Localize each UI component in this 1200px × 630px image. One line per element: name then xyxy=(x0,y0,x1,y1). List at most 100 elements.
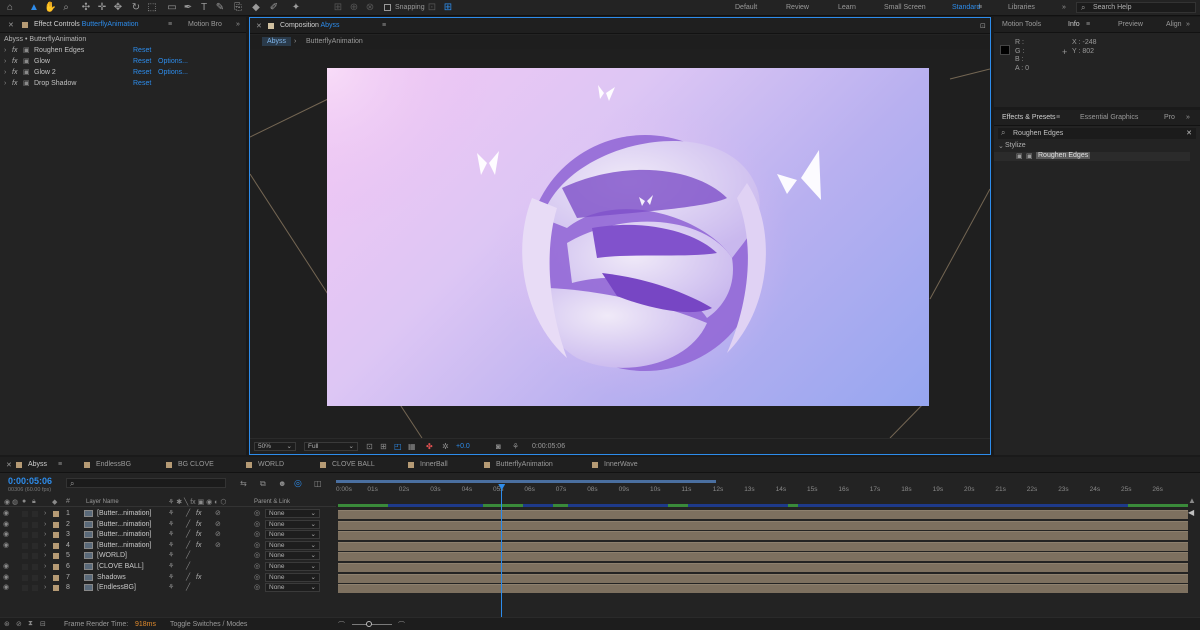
snapshot-icon[interactable]: ◙ xyxy=(496,442,501,451)
pickwhip-icon[interactable]: ◎ xyxy=(254,573,260,583)
pan-tool-icon[interactable]: ✛ xyxy=(96,2,108,14)
pickwhip-icon[interactable]: ◎ xyxy=(254,583,260,593)
home-icon[interactable]: ⌂ xyxy=(4,2,16,14)
tab-info[interactable]: Info xyxy=(1068,21,1080,28)
search-help-field[interactable]: ⌕ Search Help xyxy=(1076,2,1196,13)
work-area-range[interactable] xyxy=(336,480,716,483)
pickwhip-icon[interactable]: ◎ xyxy=(254,562,260,572)
workspace-learn[interactable]: Learn xyxy=(838,4,856,11)
effect-reset-link[interactable]: Reset xyxy=(133,79,151,89)
snap-option-icon[interactable]: ⊡ xyxy=(426,2,438,14)
solo-box[interactable] xyxy=(22,542,28,549)
effect-row[interactable]: › fx ▣ Roughen Edges Reset xyxy=(0,46,240,56)
transparency-icon[interactable]: ▦ xyxy=(408,442,416,451)
render-icon[interactable]: ⊘ xyxy=(16,620,22,628)
layer-label-swatch[interactable] xyxy=(53,574,59,581)
solo-box[interactable] xyxy=(22,585,28,592)
type-tool-icon[interactable]: T xyxy=(198,2,210,14)
quality-switch-icon[interactable]: ╱ xyxy=(186,509,190,519)
pickwhip-icon[interactable]: ◎ xyxy=(254,509,260,519)
layer-label-swatch[interactable] xyxy=(53,553,59,560)
layer-label-swatch[interactable] xyxy=(53,564,59,570)
close-icon[interactable]: ✕ xyxy=(8,21,14,29)
layer-duration-bar[interactable] xyxy=(338,541,1188,551)
clear-search-icon[interactable]: ✕ xyxy=(1186,129,1192,137)
chevron-right-icon[interactable]: › xyxy=(44,551,46,561)
collapse-switch-icon[interactable]: ⊘ xyxy=(215,509,221,519)
quality-switch-icon[interactable]: ╱ xyxy=(186,530,190,540)
lock-box[interactable] xyxy=(32,553,38,560)
zoom-out-icon[interactable]: ⌒ xyxy=(338,620,345,630)
chevron-right-icon[interactable]: › xyxy=(44,573,46,583)
tab-comp-innerwave[interactable]: InnerWave xyxy=(604,461,638,468)
fx-icon[interactable]: fx xyxy=(12,68,17,78)
chevron-right-icon[interactable]: › xyxy=(4,46,6,56)
collapse-switch-icon[interactable]: ⊘ xyxy=(215,520,221,530)
layer-label-swatch[interactable] xyxy=(53,542,59,549)
category-stylize[interactable]: Stylize xyxy=(1005,142,1026,149)
pen-tool-icon[interactable]: ✒ xyxy=(182,2,194,14)
layer-name[interactable]: Shadows xyxy=(97,573,126,583)
show-snapshot-icon[interactable]: ⚘ xyxy=(512,442,519,451)
fx-switch[interactable]: fx xyxy=(196,530,201,540)
fx-switch[interactable]: fx xyxy=(196,509,201,519)
eraser-tool-icon[interactable]: ◆ xyxy=(250,2,262,14)
eye-icon[interactable]: ◉ xyxy=(3,520,9,530)
layer-duration-bar[interactable] xyxy=(338,531,1188,541)
eye-icon[interactable]: ◉ xyxy=(3,583,9,593)
shy-switch-icon[interactable]: ⚘ xyxy=(168,551,174,561)
lock-box[interactable] xyxy=(32,564,38,570)
zoom-in-icon[interactable]: ⌒ xyxy=(398,620,405,630)
tab-pro[interactable]: Pro xyxy=(1164,114,1175,121)
collapse-switch-icon[interactable]: ⊘ xyxy=(215,530,221,540)
pickwhip-icon[interactable]: ◎ xyxy=(254,520,260,530)
comp-flowchart-icon[interactable]: ⊛ xyxy=(4,620,10,628)
tab-align[interactable]: Align xyxy=(1166,21,1182,28)
chevron-right-icon[interactable]: › xyxy=(44,520,46,530)
parent-select[interactable]: None ⌄ xyxy=(265,519,320,529)
quality-switch-icon[interactable]: ╱ xyxy=(186,583,190,593)
quality-switch-icon[interactable]: ╱ xyxy=(186,551,190,561)
workspace-menu-icon[interactable]: ≡ xyxy=(978,4,982,11)
playhead[interactable] xyxy=(498,484,506,617)
pickwhip-icon[interactable]: ◎ xyxy=(254,541,260,551)
layer-label-swatch[interactable] xyxy=(53,532,59,539)
effect-row[interactable]: › fx ▣ Glow 2 Reset Options... xyxy=(0,68,240,78)
parent-select[interactable]: None ⌄ xyxy=(265,572,320,582)
anchor-tool-icon[interactable]: ⬚ xyxy=(146,2,158,14)
zoom-slider[interactable] xyxy=(352,621,392,627)
tab-essential-graphics[interactable]: Essential Graphics xyxy=(1080,114,1138,121)
clone-tool-icon[interactable]: ⎘ xyxy=(232,2,244,14)
graph-editor-icon[interactable]: ◫ xyxy=(314,479,322,488)
lock-box[interactable] xyxy=(32,511,38,517)
puppet-tool-icon[interactable]: ✦ xyxy=(290,2,302,14)
chevron-right-icon[interactable]: › xyxy=(44,530,46,540)
effect-result-row[interactable]: ▣ ▣ Roughen Edges xyxy=(994,152,1190,161)
draft-3d-icon[interactable]: ⧉ xyxy=(260,479,266,489)
overflow-icon[interactable]: » xyxy=(236,21,240,28)
workspace-small-screen[interactable]: Small Screen xyxy=(884,4,926,11)
shy-switch-icon[interactable]: ⚘ xyxy=(168,573,174,583)
workspace-overflow-icon[interactable]: » xyxy=(1062,4,1066,11)
nav-comp-butterfly[interactable]: ButterflyAnimation xyxy=(306,38,363,45)
layer-name[interactable]: [Butter...nimation] xyxy=(97,509,151,519)
parent-link-header[interactable]: Parent & Link xyxy=(254,499,290,505)
toggle-switches-modes[interactable]: Toggle Switches / Modes xyxy=(170,621,247,628)
resolution-select[interactable]: Full ⌄ xyxy=(304,442,358,451)
zoom-slider-top-icon[interactable]: ▲ xyxy=(1188,496,1196,505)
layer-duration-bar[interactable] xyxy=(338,552,1188,562)
eye-icon[interactable]: ◉ xyxy=(3,530,9,540)
effect-options-link[interactable]: Options... xyxy=(158,57,188,67)
exposure-value[interactable]: +0.0 xyxy=(456,443,470,450)
roto-tool-icon[interactable]: ✐ xyxy=(268,2,280,14)
layer-duration-bar[interactable] xyxy=(338,584,1188,594)
timeline-close-icon[interactable]: ✕ xyxy=(6,461,12,469)
panel-menu-icon[interactable]: ≡ xyxy=(1056,114,1060,121)
lock-box[interactable] xyxy=(32,532,38,539)
effect-reset-link[interactable]: Reset xyxy=(133,46,151,56)
tab-motion-tools[interactable]: Motion Tools xyxy=(1002,21,1041,28)
zoom-tool-icon[interactable]: ⌕ xyxy=(60,2,72,14)
layer-duration-bar[interactable] xyxy=(338,573,1188,583)
layer-duration-bar[interactable] xyxy=(338,563,1188,572)
transfer-icon[interactable]: ⧗ xyxy=(28,620,33,628)
